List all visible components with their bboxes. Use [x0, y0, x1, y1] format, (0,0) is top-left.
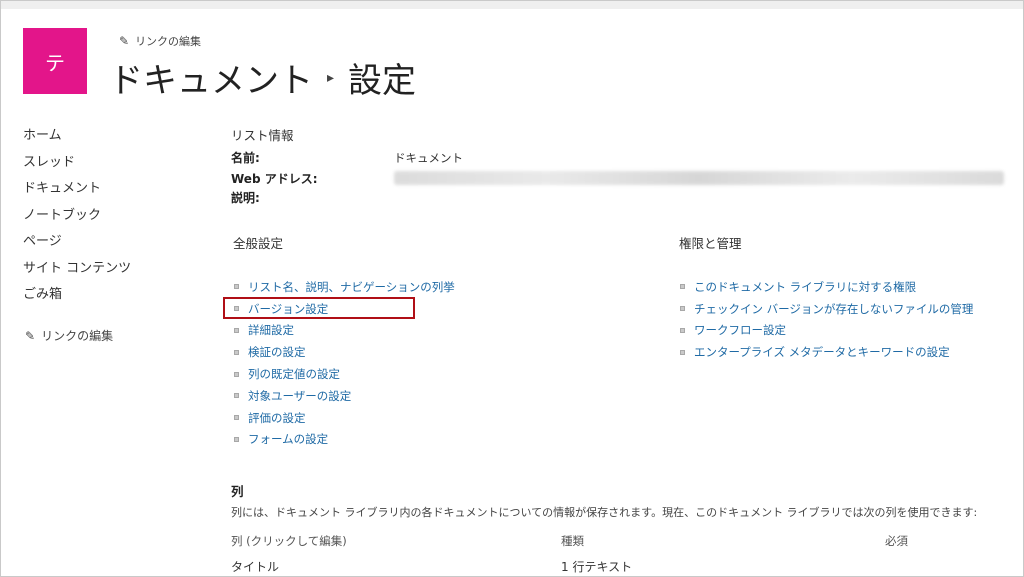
advanced-settings-link[interactable]: 詳細設定: [234, 320, 455, 342]
column-row-title-name[interactable]: タイトル: [231, 558, 279, 575]
top-bar: [1, 1, 1023, 9]
bullet-icon: [680, 306, 685, 312]
edit-links-left[interactable]: ✎ リンクの編集: [25, 327, 113, 344]
link-label: ワークフロー設定: [694, 323, 786, 338]
nav-item-threads[interactable]: スレッド: [23, 154, 131, 181]
bullet-icon: [234, 349, 239, 355]
site-logo-letter: テ: [45, 50, 65, 75]
enterprise-metadata-keywords-link[interactable]: エンタープライズ メタデータとキーワードの設定: [680, 341, 973, 363]
bullet-icon: [234, 371, 239, 377]
workflow-settings-link[interactable]: ワークフロー設定: [680, 320, 973, 342]
bullet-icon: [680, 284, 685, 290]
link-label: 対象ユーザーの設定: [248, 388, 352, 403]
bullet-icon: [234, 284, 239, 290]
site-logo[interactable]: テ: [23, 28, 87, 94]
page-title: ドキュメント ▸ 設定: [109, 53, 416, 102]
link-label: 評価の設定: [248, 410, 306, 425]
library-permissions-link[interactable]: このドキュメント ライブラリに対する権限: [680, 276, 973, 298]
edit-links-top-label: リンクの編集: [135, 35, 202, 48]
columns-description: 列には、ドキュメント ライブラリ内の各ドキュメントについての情報が保存されます。…: [231, 506, 978, 519]
link-label: フォームの設定: [248, 432, 329, 447]
pencil-icon: ✎: [25, 328, 36, 343]
page-title-sub: 設定: [348, 61, 417, 101]
nav-item-site-contents[interactable]: サイト コンテンツ: [23, 260, 131, 287]
validation-settings-link[interactable]: 検証の設定: [234, 341, 455, 363]
link-label: 列の既定値の設定: [248, 367, 340, 382]
columns-header-column: 列 (クリックして編集): [231, 534, 347, 548]
general-settings-heading: 全般設定: [233, 236, 284, 251]
list-info-heading: リスト情報: [231, 128, 294, 143]
sharepoint-settings-page: テ ✎ リンクの編集 ドキュメント ▸ 設定 ホーム スレッド ドキュメント ノ…: [0, 0, 1024, 577]
link-label: エンタープライズ メタデータとキーワードの設定: [694, 345, 950, 360]
form-settings-link[interactable]: フォームの設定: [234, 429, 455, 451]
bullet-icon: [234, 415, 239, 421]
versioning-settings-highlight: [223, 297, 415, 319]
column-default-settings-link[interactable]: 列の既定値の設定: [234, 363, 455, 385]
nav-item-home[interactable]: ホーム: [23, 127, 131, 154]
edit-links-top[interactable]: ✎ リンクの編集: [119, 33, 201, 49]
nav-item-recycle-bin[interactable]: ごみ箱: [23, 286, 131, 313]
edit-links-left-label: リンクの編集: [41, 329, 114, 343]
column-row-title-type: 1 行テキスト: [561, 560, 633, 574]
breadcrumb-separator-icon: ▸: [327, 69, 335, 86]
link-label: 詳細設定: [248, 323, 294, 338]
columns-heading: 列: [231, 484, 244, 499]
columns-header-type: 種類: [561, 534, 584, 548]
page-title-main[interactable]: ドキュメント: [109, 53, 313, 102]
bullet-icon: [234, 327, 239, 333]
link-label: チェックイン バージョンが存在しないファイルの管理: [694, 301, 974, 316]
link-label: リスト名、説明、ナビゲーションの列挙: [248, 279, 455, 294]
permissions-links: このドキュメント ライブラリに対する権限 チェックイン バージョンが存在しないフ…: [680, 276, 973, 363]
manage-checked-out-files-link[interactable]: チェックイン バージョンが存在しないファイルの管理: [680, 298, 973, 320]
name-value: ドキュメント: [394, 151, 463, 165]
link-label: このドキュメント ライブラリに対する権限: [694, 279, 917, 294]
web-address-label: Web アドレス:: [231, 172, 318, 186]
columns-header-required: 必須: [885, 534, 908, 548]
list-name-description-navigation-link[interactable]: リスト名、説明、ナビゲーションの列挙: [234, 276, 455, 298]
nav-item-notebook[interactable]: ノートブック: [23, 207, 131, 234]
pencil-icon: ✎: [119, 34, 130, 48]
nav-item-pages[interactable]: ページ: [23, 233, 131, 260]
rating-settings-link[interactable]: 評価の設定: [234, 407, 455, 429]
bullet-icon: [680, 349, 685, 355]
link-label: 検証の設定: [248, 345, 306, 360]
nav-item-documents[interactable]: ドキュメント: [23, 180, 131, 207]
description-label: 説明:: [231, 191, 260, 205]
permissions-heading: 権限と管理: [679, 236, 742, 251]
left-navigation: ホーム スレッド ドキュメント ノートブック ページ サイト コンテンツ ごみ箱: [23, 127, 131, 313]
bullet-icon: [234, 436, 239, 442]
bullet-icon: [234, 393, 239, 399]
name-label: 名前:: [231, 151, 260, 165]
web-address-value-redacted: [394, 171, 1004, 185]
bullet-icon: [680, 327, 685, 333]
audience-targeting-settings-link[interactable]: 対象ユーザーの設定: [234, 385, 455, 407]
